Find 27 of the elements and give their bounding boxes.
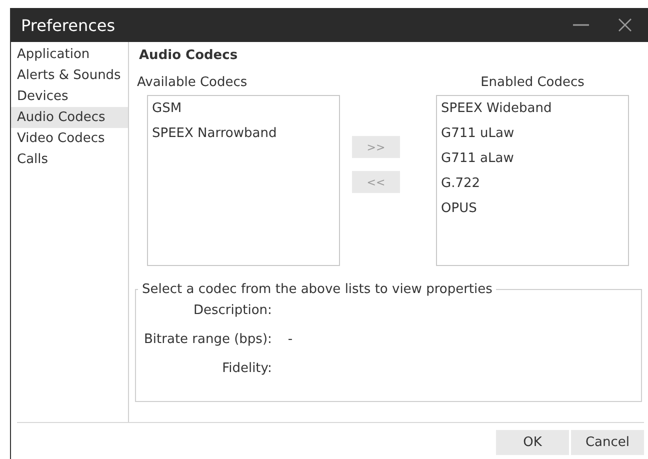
group-legend: Select a codec from the above lists to view properties bbox=[138, 282, 496, 297]
field-value: - bbox=[288, 332, 294, 347]
list-label: Enabled Codecs bbox=[480, 75, 584, 90]
list-item[interactable]: OPUS bbox=[441, 199, 624, 224]
sidebar-item[interactable]: Devices bbox=[11, 86, 128, 107]
list-item[interactable]: SPEEX Narrowband bbox=[152, 124, 335, 149]
list-item[interactable]: G.722 bbox=[441, 174, 624, 199]
dialog-button[interactable]: OK bbox=[496, 430, 569, 455]
list-item[interactable]: GSM bbox=[152, 99, 335, 124]
section-title: Audio Codecs bbox=[139, 48, 239, 63]
sidebar-item[interactable]: Video Codecs bbox=[11, 128, 128, 149]
list-item[interactable]: G711 uLaw bbox=[441, 124, 624, 149]
codec-list[interactable]: GSM SPEEX Narrowband bbox=[147, 95, 340, 266]
list-item[interactable]: G711 aLaw bbox=[441, 149, 624, 174]
close-icon[interactable] bbox=[618, 18, 632, 32]
codec-list[interactable]: SPEEX Wideband G711 uLaw G711 aLaw G.722 OPUS bbox=[436, 95, 629, 266]
list-item[interactable]: SPEEX Wideband bbox=[441, 99, 624, 124]
sidebar-item[interactable]: Audio Codecs bbox=[11, 107, 128, 128]
dialog-button[interactable]: Cancel bbox=[571, 430, 644, 455]
field-label: Fidelity: bbox=[221, 361, 272, 376]
field-label: Bitrate range (bps): bbox=[144, 332, 272, 347]
sidebar-item[interactable]: Application bbox=[11, 44, 128, 65]
field-label: Description: bbox=[192, 303, 272, 318]
sidebar-item[interactable]: Alerts & Sounds bbox=[11, 65, 128, 86]
window-title: Preferences bbox=[21, 16, 116, 34]
sidebar-item[interactable]: Calls bbox=[11, 149, 128, 170]
list-label: Available Codecs bbox=[137, 75, 248, 90]
